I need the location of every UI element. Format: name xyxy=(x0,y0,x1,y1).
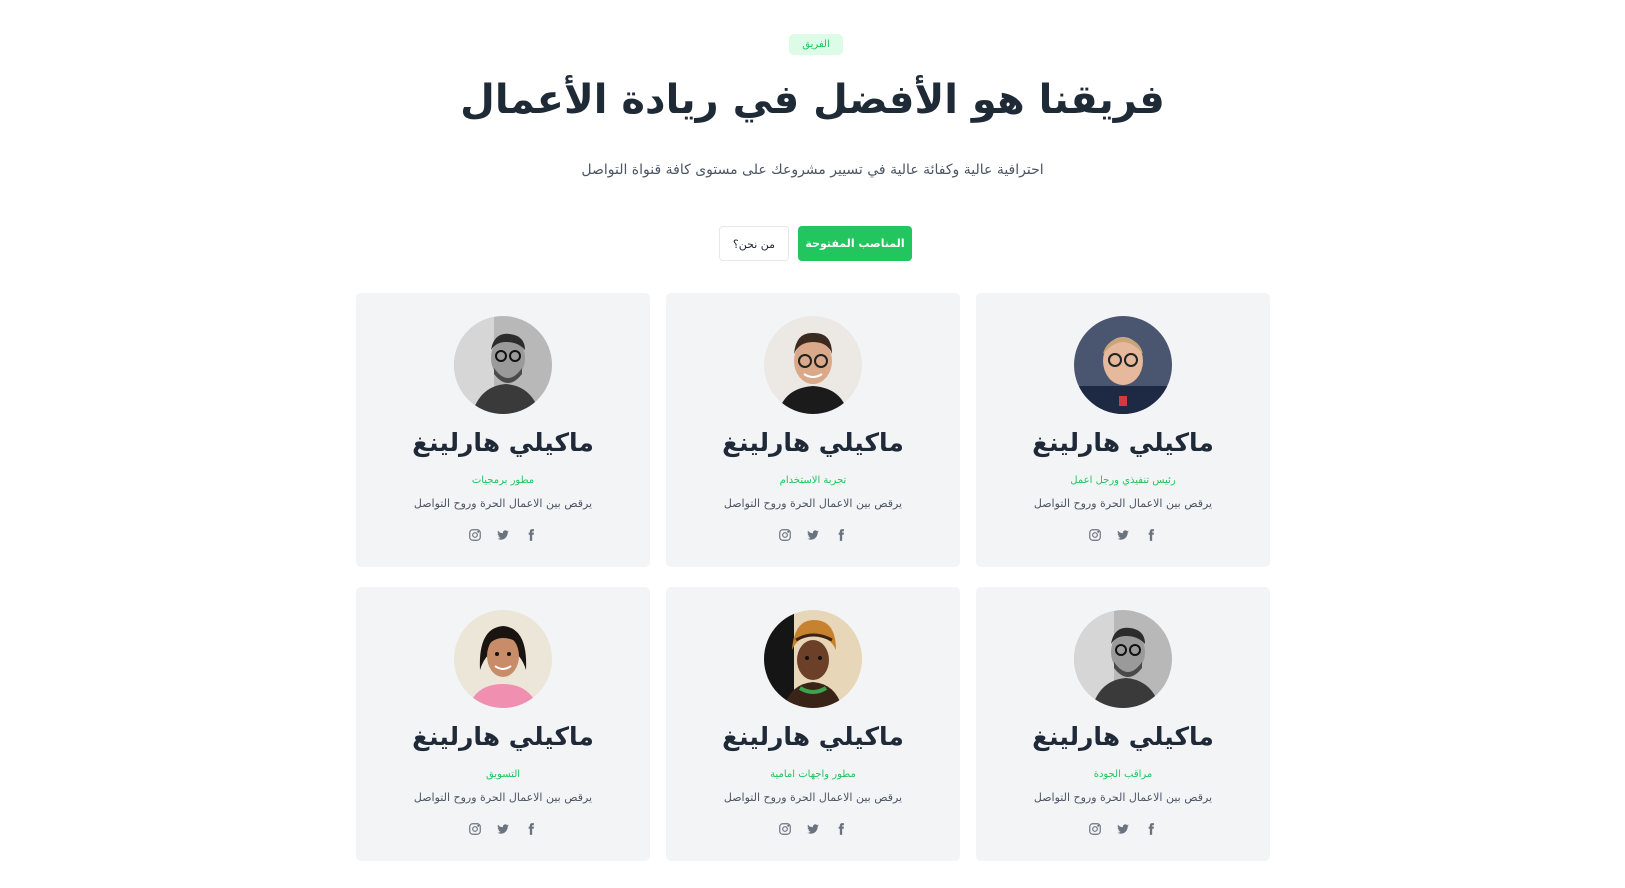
team-card: ماكيلي هارلينغ رئيس تنفيذي ورجل اعمل يرق… xyxy=(976,293,1270,567)
instagram-icon[interactable] xyxy=(467,527,483,543)
member-name: ماكيلي هارلينغ xyxy=(722,428,904,457)
team-card: ماكيلي هارلينغ تجربة الاستخدام يرقص بين … xyxy=(666,293,960,567)
facebook-icon[interactable] xyxy=(523,821,539,837)
member-name: ماكيلي هارلينغ xyxy=(1032,722,1214,751)
team-card: ماكيلي هارلينغ التسويق يرقص بين الاعمال … xyxy=(356,587,650,861)
team-grid: ماكيلي هارلينغ رئيس تنفيذي ورجل اعمل يرق… xyxy=(356,293,1270,861)
member-bio: يرقص بين الاعمال الحرة وروح التواصل xyxy=(723,791,903,804)
twitter-icon[interactable] xyxy=(1115,821,1131,837)
facebook-icon[interactable] xyxy=(1143,527,1159,543)
social-links xyxy=(976,527,1270,543)
about-us-button[interactable]: من نحن؟ xyxy=(719,226,789,261)
member-role: رئيس تنفيذي ورجل اعمل xyxy=(1070,475,1176,486)
social-links xyxy=(976,821,1270,837)
member-name: ماكيلي هارلينغ xyxy=(412,428,594,457)
member-role: مطور برمجيات xyxy=(471,475,535,486)
section-badge: الفريق xyxy=(789,34,843,55)
social-links xyxy=(666,527,960,543)
member-name: ماكيلي هارلينغ xyxy=(1032,428,1214,457)
social-links xyxy=(356,821,650,837)
social-links xyxy=(356,527,650,543)
member-role: مراقب الجودة xyxy=(1093,769,1153,780)
member-bio: يرقص بين الاعمال الحرة وروح التواصل xyxy=(413,497,593,510)
instagram-icon[interactable] xyxy=(1087,821,1103,837)
member-bio: يرقص بين الاعمال الحرة وروح التواصل xyxy=(413,791,593,804)
open-positions-button[interactable]: المناصب المفتوحة xyxy=(798,226,912,261)
member-name: ماكيلي هارلينغ xyxy=(412,722,594,751)
instagram-icon[interactable] xyxy=(1087,527,1103,543)
facebook-icon[interactable] xyxy=(833,821,849,837)
member-role: تجربة الاستخدام xyxy=(779,475,847,486)
member-bio: يرقص بين الاعمال الحرة وروح التواصل xyxy=(1033,497,1213,510)
team-card: ماكيلي هارلينغ مراقب الجودة يرقص بين الا… xyxy=(976,587,1270,861)
twitter-icon[interactable] xyxy=(495,821,511,837)
social-links xyxy=(666,821,960,837)
member-bio: يرقص بين الاعمال الحرة وروح التواصل xyxy=(1033,791,1213,804)
instagram-icon[interactable] xyxy=(777,821,793,837)
facebook-icon[interactable] xyxy=(833,527,849,543)
member-role: مطور واجهات امامية xyxy=(770,769,856,780)
member-bio: يرقص بين الاعمال الحرة وروح التواصل xyxy=(723,497,903,510)
twitter-icon[interactable] xyxy=(1115,527,1131,543)
twitter-icon[interactable] xyxy=(805,527,821,543)
member-role: التسويق xyxy=(485,769,521,780)
twitter-icon[interactable] xyxy=(805,821,821,837)
member-name: ماكيلي هارلينغ xyxy=(722,722,904,751)
team-card: ماكيلي هارلينغ مطور واجهات امامية يرقص ب… xyxy=(666,587,960,861)
avatar xyxy=(1074,610,1172,708)
team-card: ماكيلي هارلينغ مطور برمجيات يرقص بين الا… xyxy=(356,293,650,567)
avatar xyxy=(764,316,862,414)
instagram-icon[interactable] xyxy=(777,527,793,543)
facebook-icon[interactable] xyxy=(523,527,539,543)
twitter-icon[interactable] xyxy=(495,527,511,543)
page-title: فريقنا هو الأفضل في ريادة الأعمال xyxy=(460,77,1165,123)
avatar xyxy=(454,610,552,708)
avatar xyxy=(1074,316,1172,414)
instagram-icon[interactable] xyxy=(467,821,483,837)
avatar xyxy=(454,316,552,414)
team-section: الفريق فريقنا هو الأفضل في ريادة الأعمال… xyxy=(0,0,1625,888)
facebook-icon[interactable] xyxy=(1143,821,1159,837)
avatar xyxy=(764,610,862,708)
page-subtitle: احترافية عالية وكفائة عالية في تسيير مشر… xyxy=(581,162,1044,178)
